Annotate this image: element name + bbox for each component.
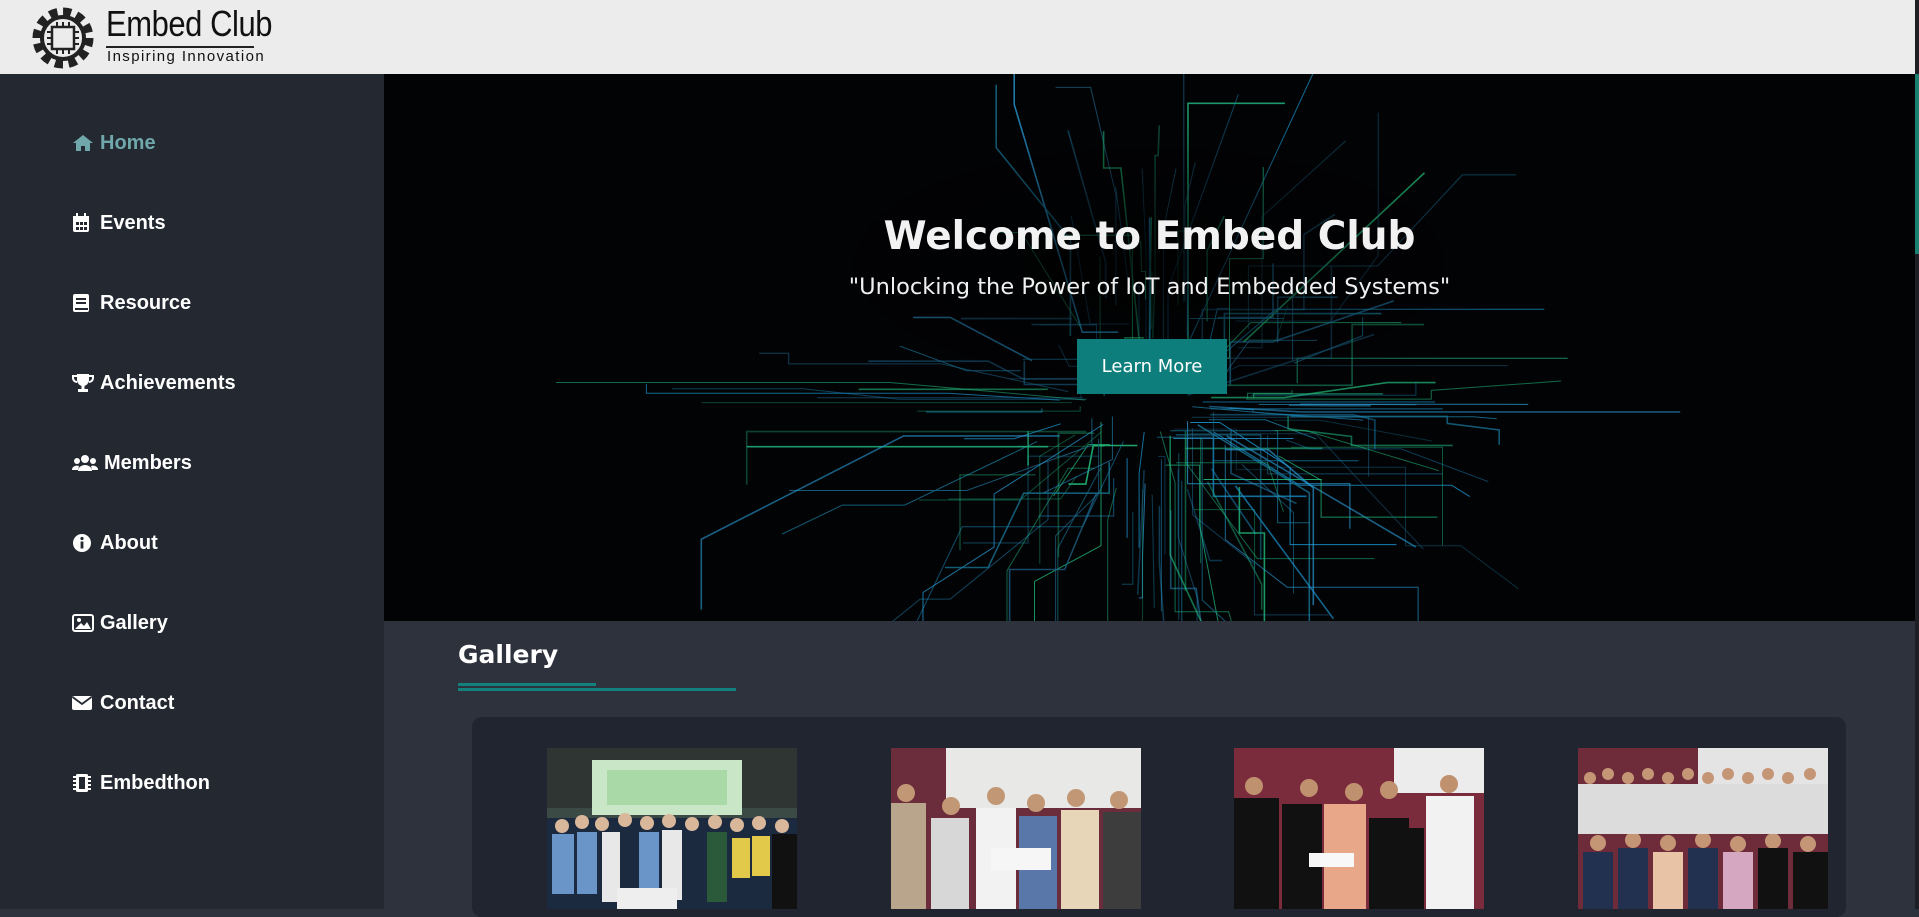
circuit-trace	[949, 476, 1077, 499]
image-icon	[72, 613, 94, 633]
circuit-trace	[1058, 433, 1094, 557]
gallery-photo-1[interactable]	[547, 748, 797, 909]
gallery-photo-4[interactable]	[1578, 748, 1828, 909]
sidebar-item-home[interactable]: Home	[72, 128, 156, 158]
gallery-underline	[458, 683, 596, 686]
sidebar-item-gallery[interactable]: Gallery	[72, 608, 168, 638]
sidebar-item-label: Embedthon	[100, 772, 210, 795]
microchip-icon	[72, 773, 94, 793]
circuit-trace	[1289, 405, 1371, 406]
logo-title[interactable]: Embed Club	[106, 3, 272, 45]
circuit-trace	[782, 442, 1037, 534]
sidebar-item-members[interactable]: Members	[72, 448, 192, 478]
circuit-trace	[1208, 482, 1262, 610]
sidebar-item-resource[interactable]: Resource	[72, 288, 191, 318]
sidebar-item-events[interactable]: Events	[72, 208, 166, 238]
circuit-trace	[945, 462, 1109, 567]
circuit-trace	[747, 432, 1086, 485]
sidebar-item-label: Home	[100, 132, 156, 155]
gallery-underline-long	[458, 688, 736, 691]
circuit-trace	[1275, 431, 1439, 471]
sidebar-item-label: Events	[100, 212, 166, 235]
circuit-trace	[1202, 438, 1268, 621]
circuit-trace	[1058, 467, 1102, 621]
calendar-icon	[72, 213, 94, 233]
book-icon	[72, 293, 94, 313]
trophy-icon	[72, 373, 94, 393]
gallery-heading: Gallery	[458, 640, 558, 669]
sidebar-item-label: Resource	[100, 292, 191, 315]
hero-subtitle: "Unlocking the Power of IoT and Embedded…	[384, 274, 1915, 300]
gallery-photo-3[interactable]	[1234, 748, 1484, 909]
circuit-trace	[1056, 439, 1099, 621]
circuit-trace	[1010, 493, 1097, 621]
sidebar-item-label: About	[100, 532, 158, 555]
circuit-trace	[1235, 486, 1333, 619]
top-header: Embed Club Inspiring Innovation	[0, 0, 1919, 74]
learn-more-button[interactable]: Learn More	[1077, 339, 1227, 394]
sidebar-item-label: Contact	[100, 692, 174, 715]
chip-gear-logo-icon[interactable]	[25, 2, 101, 72]
circuit-trace	[1007, 468, 1094, 621]
sidebar-item-label: Gallery	[100, 612, 168, 635]
home-icon	[72, 133, 94, 153]
circuit-trace	[789, 418, 1092, 490]
circuit-trace	[861, 461, 1048, 621]
sidebar-item-label: Achievements	[100, 372, 236, 395]
sidebar-item-contact[interactable]: Contact	[72, 688, 174, 718]
sidebar-item-about[interactable]: About	[72, 528, 158, 558]
sidebar-item-label: Members	[104, 452, 192, 475]
circuit-trace	[1043, 417, 1112, 493]
hero-banner: Welcome to Embed Club "Unlocking the Pow…	[384, 74, 1915, 621]
page-scrollbar-thumb[interactable]	[1915, 74, 1919, 254]
circuit-trace	[1108, 488, 1117, 621]
users-icon	[72, 453, 98, 473]
sidebar: Home Events Resource Achievements Member…	[0, 74, 384, 909]
envelope-icon	[72, 693, 94, 713]
sidebar-item-achievements[interactable]: Achievements	[72, 368, 236, 398]
circuit-trace	[1152, 495, 1155, 608]
hero-title: Welcome to Embed Club	[384, 214, 1915, 259]
sidebar-item-embedthon[interactable]: Embedthon	[72, 768, 210, 798]
circuit-trace	[1279, 456, 1438, 517]
logo-subtitle: Inspiring Innovation	[107, 48, 265, 65]
circuit-trace	[923, 425, 1103, 622]
gallery-photo-2[interactable]	[891, 748, 1141, 909]
circuit-trace	[1035, 422, 1102, 621]
circuit-trace	[701, 436, 1060, 610]
info-icon	[72, 533, 94, 553]
